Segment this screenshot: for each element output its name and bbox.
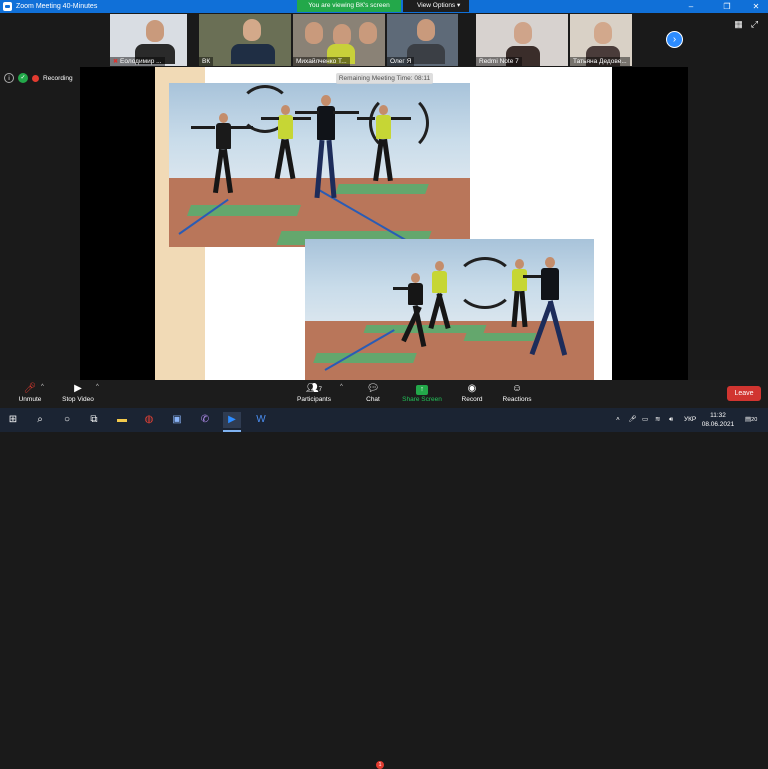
- participant-name: Redmi Note 7: [476, 57, 522, 66]
- person-figure: [505, 259, 535, 339]
- windows-taskbar: ⊞ ⌕ ○ ⧉ ▬ ◍ ▣ ✆ ▶︎ W ˄ 🎤︎ ▭ ≋ 🔊︎ УКР 11:…: [0, 408, 768, 432]
- participant-face: [243, 19, 261, 41]
- view-options-button[interactable]: View Options ▾: [403, 0, 469, 12]
- person-figure: [523, 257, 569, 377]
- chat-unread-badge: 1: [376, 761, 384, 769]
- participant-tile[interactable]: ВК: [199, 14, 291, 66]
- participant-face: [594, 22, 612, 44]
- participant-face: [417, 19, 435, 41]
- zoom-taskbar-icon[interactable]: ▶︎: [223, 412, 241, 428]
- restore-button[interactable]: ❐: [716, 0, 738, 13]
- meeting-toolbar: 🎤︎ Unmute ^ ▶︎ Stop Video ^ 👥︎7 Particip…: [0, 380, 768, 769]
- participant-name: Олег Я: [387, 57, 415, 66]
- participant-tile[interactable]: Redmi Note 7: [476, 14, 568, 66]
- recording-dot-icon: [32, 74, 39, 82]
- person-figure: [425, 261, 455, 341]
- participant-face: [305, 22, 323, 44]
- stop-video-button[interactable]: ▶︎ Stop Video: [48, 382, 108, 407]
- shared-screen-stage: [0, 67, 768, 380]
- person-figure: [295, 95, 359, 215]
- recording-status: i ✓ Recording: [4, 72, 73, 84]
- participant-tile[interactable]: Михайлченко Т...: [293, 14, 385, 66]
- muted-mic-icon: ✖: [113, 59, 119, 65]
- person-figure: [191, 113, 253, 203]
- viewing-screen-banner: You are viewing ВК's screen: [297, 0, 401, 12]
- notification-count: 20: [751, 417, 758, 423]
- chevron-down-icon: ▾: [457, 2, 461, 9]
- system-clock[interactable]: 11:32 08.06.2021: [700, 411, 736, 429]
- windows-start-icon[interactable]: ⊞: [4, 412, 22, 428]
- participant-face: [359, 22, 377, 44]
- volume-icon[interactable]: 🔊︎: [669, 408, 673, 432]
- participant-body: [231, 44, 275, 64]
- window-title: Zoom Meeting 40-Minutes: [16, 3, 98, 10]
- remaining-time-label: Remaining Meeting Time: 08:11: [336, 73, 433, 84]
- microphone-tray-icon[interactable]: 🎤︎: [628, 408, 636, 432]
- smiley-plus-icon: ☺︎: [511, 383, 523, 394]
- cortana-icon[interactable]: ○: [58, 412, 76, 428]
- participants-count: 7: [318, 387, 323, 393]
- battery-icon[interactable]: ▭: [642, 408, 648, 432]
- participant-name: ✖ Еолодимир ...: [110, 57, 165, 66]
- leave-button[interactable]: Leave: [727, 386, 761, 401]
- view-options-label: View Options: [417, 2, 456, 9]
- participant-tile[interactable]: ✖ Еолодимир ...: [110, 14, 187, 66]
- participant-strip: ✖ Еолодимир ... ВК Михайлченко Т... Олег …: [0, 13, 768, 67]
- next-page-arrow-icon[interactable]: ›: [666, 31, 683, 48]
- person-figure: [357, 105, 411, 191]
- reactions-button[interactable]: ☺︎ Reactions: [487, 382, 547, 407]
- video-camera-icon: ▶︎: [74, 383, 82, 394]
- search-icon[interactable]: ⌕: [31, 412, 49, 428]
- participant-name: Михайлченко Т...: [293, 57, 350, 66]
- participant-face: [146, 20, 164, 42]
- exercise-photo-top: [169, 83, 470, 247]
- word-icon[interactable]: W: [252, 412, 270, 428]
- exercise-photo-bottom: [305, 239, 594, 380]
- notifications-icon[interactable]: ▤20: [745, 408, 757, 432]
- presentation-slide: [155, 67, 612, 380]
- wifi-icon[interactable]: ≋: [655, 408, 660, 432]
- clock-time: 11:32: [710, 412, 726, 419]
- fullscreen-icon[interactable]: ⤢: [749, 19, 760, 30]
- audio-options-caret[interactable]: ^: [41, 384, 44, 390]
- clock-date: 08.06.2021: [701, 421, 735, 428]
- participant-name: ВК: [199, 57, 214, 66]
- task-view-icon[interactable]: ⧉: [85, 412, 103, 428]
- participant-face: [333, 24, 351, 46]
- participant-name: Татьяна Дедове...: [570, 57, 630, 66]
- show-hidden-icons-icon[interactable]: ˄: [616, 408, 620, 432]
- security-shield-icon[interactable]: ✓: [18, 73, 28, 83]
- participants-button[interactable]: 👥︎7 Participants: [284, 382, 344, 407]
- minimize-button[interactable]: –: [680, 0, 702, 13]
- participant-tile[interactable]: Олег Я: [387, 14, 458, 66]
- close-button[interactable]: ✕: [745, 0, 767, 13]
- participant-tile[interactable]: Татьяна Дедове...: [570, 14, 632, 66]
- chrome-icon[interactable]: ◍: [140, 412, 158, 428]
- file-explorer-icon[interactable]: ▬: [113, 412, 131, 428]
- language-indicator[interactable]: УКР: [684, 408, 696, 432]
- viber-icon[interactable]: ✆: [196, 412, 214, 428]
- share-screen-icon: ↑: [416, 385, 428, 395]
- person-figure: [261, 105, 311, 189]
- gallery-layout-icon[interactable]: ▦: [733, 19, 744, 30]
- zoom-app-icon: [3, 2, 12, 11]
- save-app-icon[interactable]: ▣: [168, 412, 186, 428]
- participants-icon: 👥︎: [305, 383, 319, 394]
- recording-label: Recording: [43, 74, 73, 82]
- video-options-caret[interactable]: ^: [96, 384, 99, 390]
- info-icon[interactable]: i: [4, 73, 14, 83]
- participant-face: [514, 22, 532, 44]
